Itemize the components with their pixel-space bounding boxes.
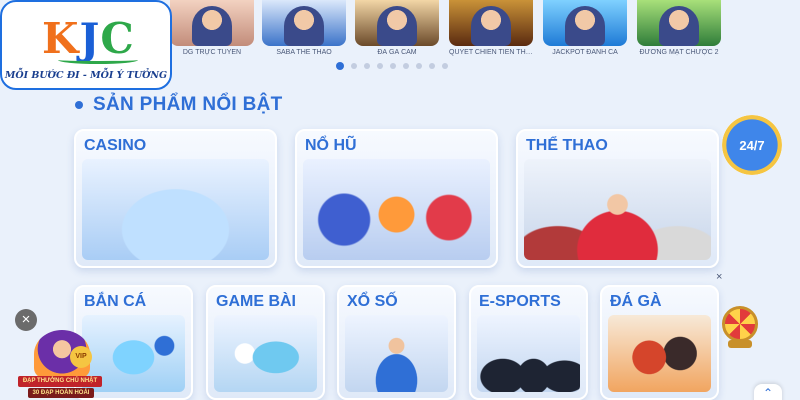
product-card-label: XỔ SỐ [347,293,398,310]
carousel-dot[interactable] [416,63,422,69]
logo-slogan: MỖI BƯỚC ĐI - MỖI Ý TƯỞNG [4,70,168,81]
support-badge-text: 24/7 [739,137,765,153]
product-card-label: CASINO [84,137,147,154]
game-tile-jackpot-danh-ca[interactable]: JACKPOT ĐÁNH CÁ [543,0,627,60]
game-caption: JACKPOT ĐÁNH CÁ [552,49,618,56]
game-caption: ĐÁ GÀ CAM [377,49,417,56]
game-tile-dg[interactable]: DG TRỰC TUYẾN [170,0,254,60]
product-card-label: GAME BÀI [216,293,296,310]
game-caption: DG TRỰC TUYẾN [182,49,242,56]
lucky-wheel-stand [728,340,752,348]
section-title: SẢN PHẨM NỔI BẬT [75,94,283,116]
product-card-label: BẮN CÁ [84,293,147,310]
site-logo[interactable]: KJC MỖI BƯỚC ĐI - MỖI Ý TƯỞNG [0,0,172,90]
game-thumbnail [449,0,533,46]
product-card-game-bai[interactable]: GAME BÀI [206,285,325,400]
vip-promo-widget[interactable]: VIP ĐẠP THƯỞNG CHỦ NHẬT 30 ĐẠP HOÀN HOẢI [18,330,102,400]
close-wheel-icon[interactable]: × [716,271,722,283]
product-card-illustration [303,159,490,260]
game-caption: ĐƯỜNG MẠT CHƯỢC 2 [639,49,719,56]
product-card-label: THỂ THAO [526,137,608,154]
game-tile-duong-mat-chuoc[interactable]: ĐƯỜNG MẠT CHƯỢC 2 [637,0,721,60]
game-thumbnail [355,0,439,46]
product-card-illustration [345,315,448,392]
game-thumbnail [637,0,721,46]
product-card-label: NỔ HŨ [305,137,357,154]
game-caption: QUYẾT CHIẾN TIỀN THU... [449,49,533,56]
carousel-dot[interactable] [403,63,409,69]
product-card-xo-so[interactable]: XỔ SỐ [337,285,456,400]
promo-banner-line1: ĐẠP THƯỞNG CHỦ NHẬT [18,376,102,387]
section-bullet-icon [75,101,83,109]
carousel-dot[interactable] [377,63,383,69]
game-thumbnail [543,0,627,46]
product-card-illustration [477,315,580,392]
lucky-wheel-icon[interactable] [722,306,758,342]
game-tile-daga-cam[interactable]: ĐÁ GÀ CAM [355,0,439,60]
carousel-dot[interactable] [351,63,357,69]
game-tile-quyet-chien[interactable]: QUYẾT CHIẾN TIỀN THU... [449,0,533,60]
section-title-text: SẢN PHẨM NỔI BẬT [93,94,283,115]
carousel-dot[interactable] [364,63,370,69]
product-card-illustration [214,315,317,392]
product-card-casino[interactable]: CASINO [74,129,277,268]
game-thumbnail [262,0,346,46]
product-card-illustration [524,159,711,260]
product-card-e-sports[interactable]: E-SPORTS [469,285,588,400]
product-card-illustration [608,315,711,392]
support-24-7-button[interactable]: 24/7 [722,115,782,175]
carousel-dot[interactable] [390,63,396,69]
product-card-illustration [82,159,269,260]
promo-banner-line2: 30 ĐẠP HOÀN HOẢI [28,388,94,398]
product-card-label: E-SPORTS [479,293,561,310]
product-card-label: ĐÁ GÀ [610,293,662,310]
game-tile-saba[interactable]: SABA THỂ THAO [262,0,346,60]
carousel-dot[interactable] [336,62,344,70]
carousel-pagination [336,62,448,70]
product-card-no-hu[interactable]: NỔ HŨ [295,129,498,268]
game-thumbnail [170,0,254,46]
product-card-the-thao[interactable]: THỂ THAO [516,129,719,268]
vip-badge: VIP [70,346,92,368]
game-caption: SABA THỂ THAO [276,49,332,56]
carousel-dot[interactable] [442,63,448,69]
scroll-top-button[interactable]: ⌃ [754,384,782,400]
close-promo-button[interactable]: × [15,309,37,331]
carousel-dot[interactable] [429,63,435,69]
product-card-da-ga[interactable]: ĐÁ GÀ [600,285,719,400]
logo-swoosh [58,56,138,64]
